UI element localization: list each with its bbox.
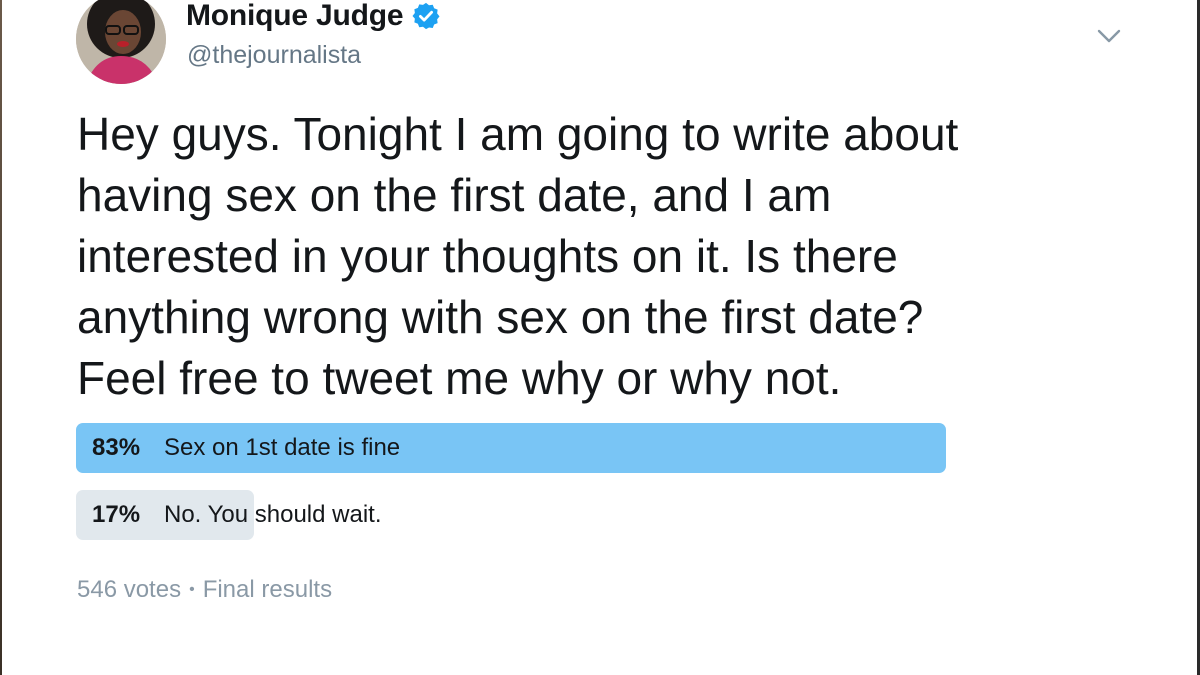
poll-option-percent: 83%: [92, 434, 141, 461]
poll-option-text: Sex on 1st date is fine: [164, 434, 401, 461]
avatar[interactable]: [76, 0, 166, 84]
avatar-image: [76, 0, 166, 84]
verified-badge-icon: [411, 1, 441, 31]
chevron-down-icon[interactable]: [1095, 24, 1123, 48]
poll-option-text: No. You should wait.: [164, 501, 382, 528]
poll-option-1[interactable]: 83% Sex on 1st date is fine: [76, 423, 946, 473]
poll-footer-separator: •: [189, 581, 195, 598]
author-name-row: Monique Judge: [186, 0, 441, 38]
tweet-card: Monique Judge @thejournalista Hey guys. …: [0, 0, 1200, 675]
poll-option-percent: 17%: [92, 501, 141, 528]
poll-option-2[interactable]: 17% No. You should wait.: [76, 490, 946, 540]
poll: 83% Sex on 1st date is fine 17% No. You sh…: [76, 423, 946, 557]
poll-option-label: 83% Sex on 1st date is fine: [92, 423, 400, 473]
poll-option-label: 17% No. You should wait.: [92, 490, 382, 540]
poll-vote-count: 546 votes: [77, 576, 182, 603]
author-handle[interactable]: @thejournalista: [187, 41, 361, 70]
tweet-text: Hey guys. Tonight I am going to write ab…: [77, 108, 959, 404]
poll-status: Final results: [202, 576, 333, 603]
poll-footer: 546 votes • Final results: [77, 576, 332, 604]
author-display-name[interactable]: Monique Judge: [186, 0, 404, 33]
